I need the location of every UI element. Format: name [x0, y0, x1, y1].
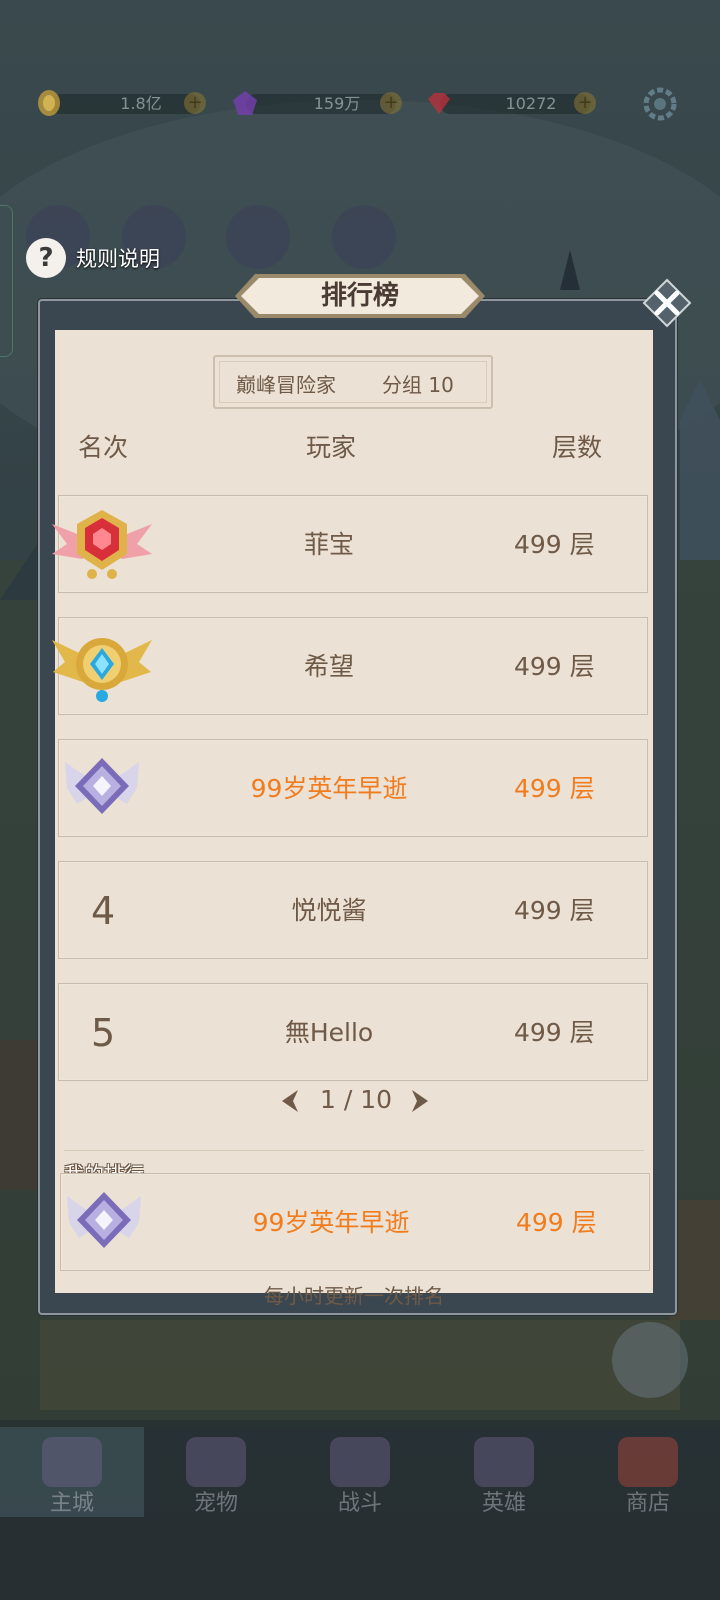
next-page-arrow-icon[interactable]	[404, 1088, 430, 1114]
diamond-amount: 10272	[505, 94, 557, 113]
header-score: 层数	[552, 433, 603, 462]
purple-gem-icon	[233, 91, 257, 115]
rules-button[interactable]: ? 规则说明	[26, 238, 160, 278]
nav-shop[interactable]: 商店	[576, 1427, 720, 1517]
close-icon[interactable]	[642, 278, 692, 328]
purple-gem-amount: 159万	[313, 94, 361, 113]
leaderboard-row[interactable]: 希望 499 层	[52, 617, 648, 715]
player-score: 499 层	[514, 652, 595, 681]
hero-icon	[474, 1437, 534, 1487]
add-diamond-button[interactable]: +	[574, 92, 596, 114]
nav-heroes[interactable]: 英雄	[432, 1427, 576, 1517]
nav-label: 战斗	[337, 1491, 382, 1516]
player-score: 499 层	[514, 530, 595, 559]
player-score: 499 层	[514, 774, 595, 803]
player-name: 菲宝	[303, 530, 354, 559]
rules-label: 规则说明	[76, 247, 160, 271]
pet-icon	[186, 1437, 246, 1487]
section-divider	[64, 1150, 644, 1151]
purple-silver-winged-badge-icon	[67, 1192, 141, 1248]
nav-battle[interactable]: 战斗	[288, 1427, 432, 1517]
castle-icon	[42, 1437, 102, 1487]
nav-label: 商店	[625, 1491, 670, 1516]
battle-emblem-icon	[330, 1437, 390, 1487]
question-icon: ?	[26, 238, 66, 278]
player-name: 無Hello	[284, 1018, 374, 1047]
settings-gear-icon[interactable]	[640, 84, 680, 124]
leaderboard-row[interactable]: 5 無Hello 499 层	[58, 983, 648, 1081]
side-drawer-tab[interactable]	[0, 205, 13, 357]
player-score: 499 层	[514, 896, 595, 925]
add-gold-button[interactable]: +	[184, 92, 206, 114]
nav-label: 宠物	[193, 1491, 238, 1516]
player-name: 99岁英年早逝	[250, 774, 408, 803]
red-diamond-icon	[428, 93, 450, 114]
panel-title: 排行榜	[320, 281, 399, 311]
leaderboard-row[interactable]: 4 悦悦酱 499 层	[58, 861, 648, 959]
gold-coin-icon	[38, 90, 60, 116]
player-name: 悦悦酱	[291, 896, 367, 925]
nav-pets[interactable]: 宠物	[144, 1427, 288, 1517]
leaderboard-row-current-player[interactable]: 99岁英年早逝 499 层	[58, 739, 648, 837]
player-name: 99岁英年早逝	[252, 1208, 410, 1237]
nav-label: 英雄	[481, 1491, 526, 1516]
diamond-currency[interactable]: 10272 +	[424, 90, 604, 116]
leaderboard-row[interactable]: 菲宝 499 层	[52, 495, 648, 593]
header-player: 玩家	[306, 433, 357, 462]
pagination: 1 / 10	[280, 1080, 430, 1120]
rank-number: 4	[91, 889, 116, 933]
purple-currency[interactable]: 159万 +	[230, 90, 410, 116]
tier-name: 巅峰冒险家	[236, 373, 336, 397]
player-score: 499 层	[516, 1208, 597, 1237]
blue-gem-gold-winged-badge-icon	[52, 638, 152, 702]
player-name: 希望	[303, 652, 354, 681]
rank-number: 5	[91, 1011, 116, 1055]
update-note: 每小时更新一次排名	[264, 1284, 444, 1308]
prev-page-arrow-icon[interactable]	[280, 1088, 306, 1114]
add-purple-gem-button[interactable]: +	[380, 92, 402, 114]
group-number: 分组 10	[382, 373, 454, 397]
nav-main-city[interactable]: 主城	[0, 1427, 144, 1517]
page-indicator: 1 / 10	[319, 1085, 393, 1114]
gold-currency[interactable]: 1.8亿 +	[34, 90, 214, 116]
nav-label: 主城	[49, 1491, 94, 1516]
gold-amount: 1.8亿	[120, 94, 162, 113]
ranking-emblem-icon[interactable]	[332, 205, 396, 269]
gift-icon[interactable]	[226, 205, 290, 269]
my-rank-row[interactable]: 99岁英年早逝 499 层	[60, 1173, 650, 1271]
player-score: 499 层	[514, 1018, 595, 1047]
red-gem-winged-badge-icon	[52, 510, 152, 579]
header-rank: 名次	[78, 433, 129, 462]
purple-silver-winged-badge-icon	[65, 758, 139, 814]
shop-icon	[618, 1437, 678, 1487]
